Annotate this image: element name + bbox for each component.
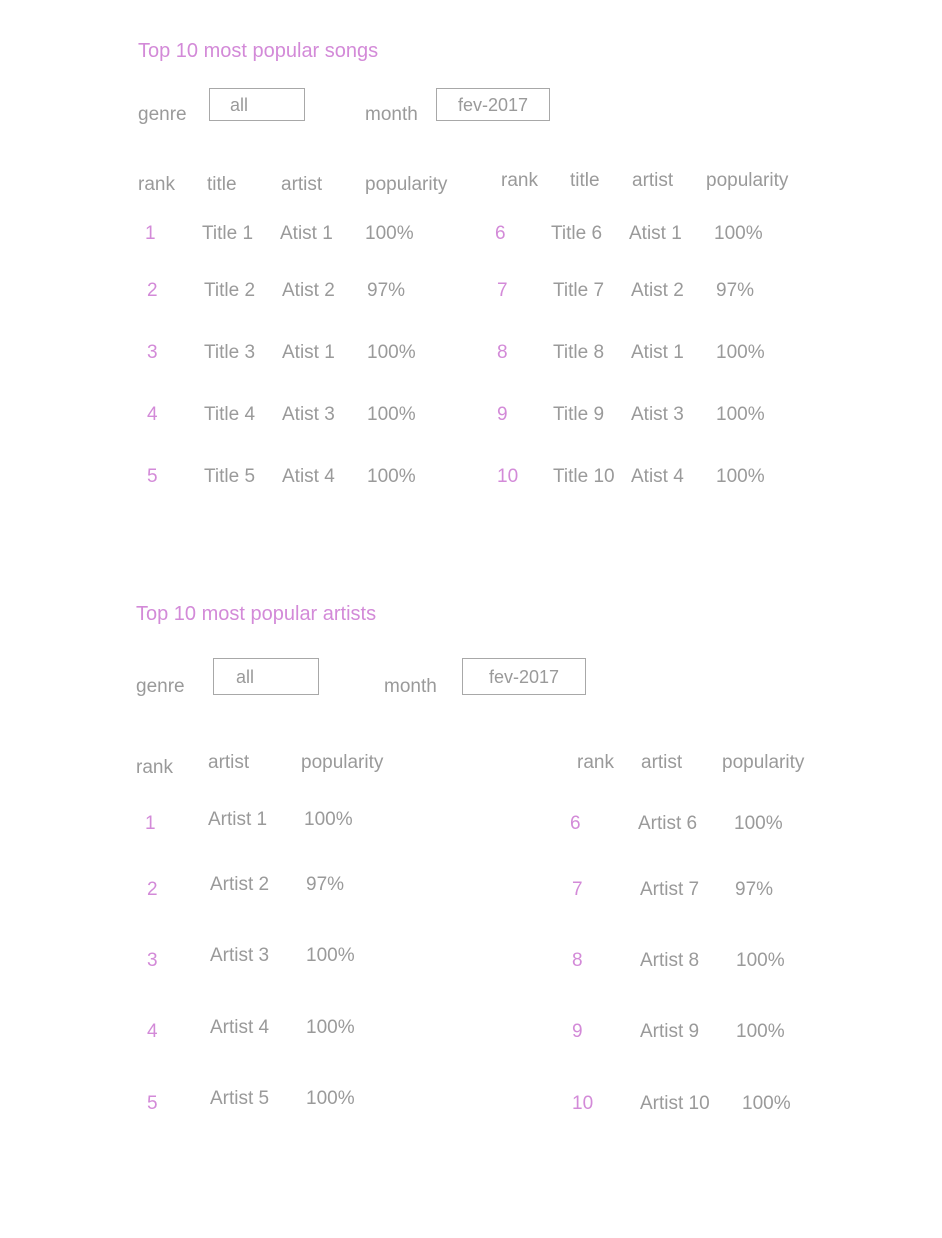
artists-header-artist: artist: [641, 752, 683, 773]
song-artist: Atist 1: [282, 342, 335, 363]
song-popularity: 100%: [365, 223, 414, 244]
artists-genre-select[interactable]: all: [213, 658, 319, 695]
artist-rank: 8: [572, 950, 583, 971]
song-popularity: 100%: [367, 404, 416, 425]
artist-rank: 5: [147, 1093, 158, 1114]
artists-header-artist: artist: [208, 752, 250, 773]
artists-month-label: month: [384, 676, 437, 697]
artist-name: Artist 5: [210, 1088, 270, 1109]
song-artist: Atist 3: [282, 404, 335, 425]
song-artist: Atist 4: [631, 466, 684, 487]
song-rank: 2: [147, 280, 158, 301]
song-title: Title 8: [553, 342, 605, 363]
song-popularity: 100%: [714, 223, 763, 244]
song-artist: Atist 2: [282, 280, 335, 301]
song-rank: 6: [495, 223, 506, 244]
song-title: Title 7: [553, 280, 605, 301]
song-rank: 5: [147, 466, 158, 487]
song-artist: Atist 3: [631, 404, 684, 425]
songs-month-label: month: [365, 104, 418, 125]
songs-header-artist: artist: [281, 174, 323, 195]
artists-header-popularity: popularity: [301, 752, 384, 773]
song-artist: Atist 2: [631, 280, 684, 301]
artists-header-rank: rank: [136, 757, 173, 778]
artist-popularity: 100%: [306, 945, 355, 966]
artist-name: Artist 4: [210, 1017, 270, 1038]
songs-header-artist: artist: [632, 170, 674, 191]
songs-month-value: fev-2017: [457, 94, 529, 115]
songs-header-popularity: popularity: [365, 174, 448, 195]
artist-popularity: 100%: [304, 809, 353, 830]
song-title: Title 2: [204, 280, 256, 301]
songs-genre-select[interactable]: all: [209, 88, 305, 121]
song-title: Title 10: [553, 466, 615, 487]
artist-rank: 2: [147, 879, 158, 900]
artist-popularity: 97%: [735, 879, 774, 900]
song-rank: 1: [145, 223, 156, 244]
song-popularity: 100%: [716, 342, 765, 363]
song-artist: Atist 1: [631, 342, 684, 363]
artist-name: Artist 1: [208, 809, 268, 830]
artist-name: Artist 2: [210, 874, 270, 895]
artist-popularity: 100%: [734, 813, 783, 834]
songs-month-select[interactable]: fev-2017: [436, 88, 550, 121]
artist-popularity: 100%: [306, 1017, 355, 1038]
artist-rank: 4: [147, 1021, 158, 1042]
song-artist: Atist 1: [280, 223, 333, 244]
song-rank: 10: [497, 466, 519, 487]
artist-rank: 3: [147, 950, 158, 971]
song-artist: Atist 4: [282, 466, 335, 487]
song-artist: Atist 1: [629, 223, 682, 244]
song-title: Title 1: [202, 223, 254, 244]
artist-rank: 6: [570, 813, 581, 834]
song-popularity: 100%: [367, 466, 416, 487]
song-rank: 7: [497, 280, 508, 301]
artist-popularity: 100%: [306, 1088, 355, 1109]
artists-header-rank: rank: [577, 752, 614, 773]
artist-name: Artist 9: [640, 1021, 700, 1042]
artist-name: Artist 7: [640, 879, 700, 900]
artist-rank: 1: [145, 813, 156, 834]
song-popularity: 100%: [716, 466, 765, 487]
artist-popularity: 97%: [306, 874, 345, 895]
songs-genre-value: all: [230, 94, 249, 115]
song-popularity: 100%: [367, 342, 416, 363]
song-rank: 9: [497, 404, 508, 425]
songs-header-title: title: [570, 170, 600, 191]
artists-month-value: fev-2017: [488, 666, 560, 687]
artists-genre-label: genre: [136, 676, 185, 697]
song-rank: 4: [147, 404, 158, 425]
song-title: Title 4: [204, 404, 256, 425]
song-title: Title 3: [204, 342, 256, 363]
song-title: Title 5: [204, 466, 256, 487]
artists-genre-value: all: [236, 666, 255, 687]
song-rank: 3: [147, 342, 158, 363]
artist-name: Artist 3: [210, 945, 270, 966]
song-popularity: 100%: [716, 404, 765, 425]
songs-section-title: Top 10 most popular songs: [138, 40, 379, 62]
artist-rank: 9: [572, 1021, 583, 1042]
artists-header-popularity: popularity: [722, 752, 805, 773]
songs-header-popularity: popularity: [706, 170, 789, 191]
artist-popularity: 100%: [742, 1093, 791, 1114]
song-title: Title 9: [553, 404, 605, 425]
artist-name: Artist 10: [640, 1093, 710, 1114]
artist-popularity: 100%: [736, 1021, 785, 1042]
song-title: Title 6: [551, 223, 603, 244]
song-rank: 8: [497, 342, 508, 363]
artists-section-title: Top 10 most popular artists: [136, 603, 377, 625]
songs-header-rank: rank: [501, 170, 538, 191]
artist-name: Artist 6: [638, 813, 698, 834]
artist-popularity: 100%: [736, 950, 785, 971]
artist-rank: 10: [572, 1093, 594, 1114]
songs-header-rank: rank: [138, 174, 175, 195]
song-popularity: 97%: [716, 280, 755, 301]
artist-rank: 7: [572, 879, 583, 900]
songs-genre-label: genre: [138, 104, 187, 125]
song-popularity: 97%: [367, 280, 406, 301]
artists-month-select[interactable]: fev-2017: [462, 658, 586, 695]
artist-name: Artist 8: [640, 950, 700, 971]
songs-header-title: title: [207, 174, 237, 195]
